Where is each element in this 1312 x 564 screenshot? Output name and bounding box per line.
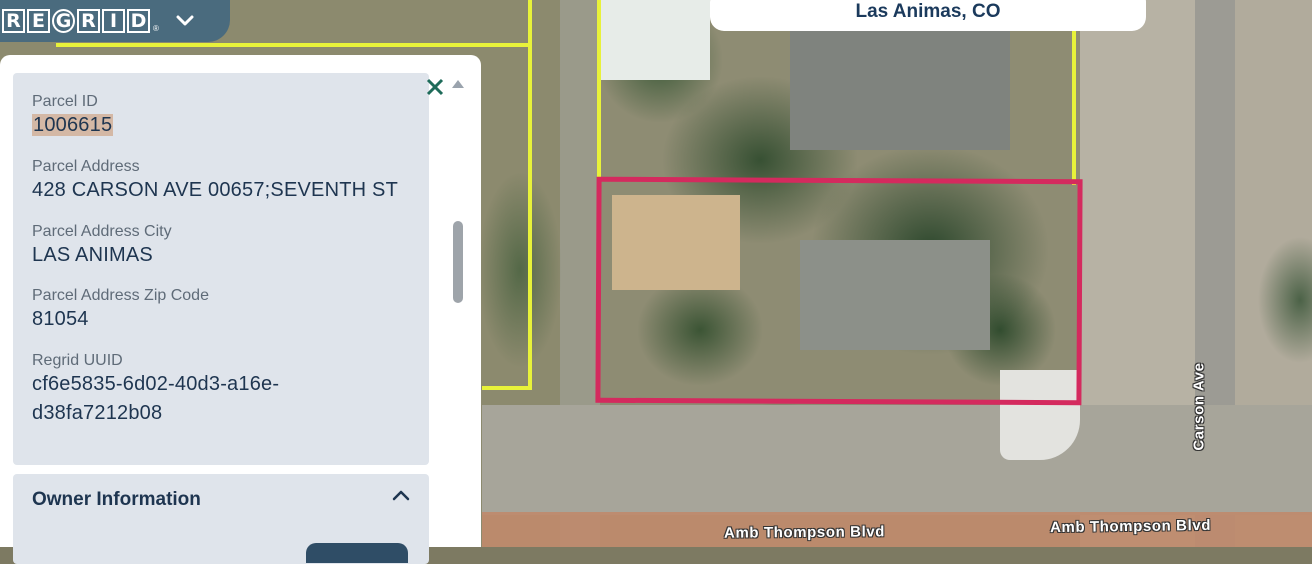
field-label: Parcel Address <box>32 158 140 175</box>
registered-mark: ® <box>153 23 159 33</box>
location-title[interactable]: Las Animas, CO <box>710 0 1146 31</box>
selected-parcel-outline[interactable] <box>595 176 1083 406</box>
parcel-boundary-line <box>597 0 601 180</box>
logo-letter: I <box>102 9 125 33</box>
parcel-zip-value[interactable]: 81054 <box>32 305 209 334</box>
close-icon[interactable] <box>425 77 445 97</box>
regrid-uuid-value-line1[interactable]: cf6e5835-6d02-40d3-a16e- <box>32 370 279 399</box>
parcel-address-value[interactable]: 428 CARSON AVE 00657;SEVENTH ST <box>32 176 398 205</box>
logo-letter: R <box>2 9 25 33</box>
parcel-boundary-line <box>528 0 532 390</box>
building <box>790 30 1010 150</box>
parcel-id-value[interactable]: 1006615 <box>32 114 114 136</box>
street-label: Amb Thompson Blvd <box>723 523 886 542</box>
parcel-boundary-line <box>56 43 530 47</box>
chevron-down-icon[interactable] <box>173 9 197 33</box>
parcel-zip-field: Parcel Address Zip Code 81054 <box>32 287 209 334</box>
logo-letter: E <box>27 9 50 33</box>
field-label: Regrid UUID <box>32 352 123 369</box>
field-label: Parcel ID <box>32 93 98 110</box>
chevron-up-icon[interactable] <box>392 488 412 504</box>
logo-letter: D <box>127 9 150 33</box>
parcel-city-value[interactable]: LAS ANIMAS <box>32 241 172 270</box>
scroll-up-arrow-icon[interactable] <box>452 80 464 88</box>
owner-info-title[interactable]: Owner Information <box>32 489 201 511</box>
logo-letter: R <box>77 9 100 33</box>
field-label: Parcel Address Zip Code <box>32 287 209 304</box>
field-label: Parcel Address City <box>32 223 172 240</box>
logo-letter: G <box>52 9 75 33</box>
scrollbar-thumb[interactable] <box>453 221 463 303</box>
owner-action-button[interactable] <box>306 543 408 563</box>
parcel-id-field: Parcel ID 1006615 <box>32 93 114 140</box>
parcel-city-field: Parcel Address City LAS ANIMAS <box>32 223 172 270</box>
regrid-uuid-field: Regrid UUID cf6e5835-6d02-40d3-a16e- d38… <box>32 352 279 428</box>
street-label: Amb Thompson Blvd <box>1049 516 1212 537</box>
street-label: Carson Ave <box>1190 362 1208 451</box>
regrid-uuid-value-line2[interactable]: d38fa7212b08 <box>32 399 279 428</box>
parcel-address-field: Parcel Address 428 CARSON AVE 00657;SEVE… <box>32 158 398 205</box>
building <box>600 0 710 80</box>
parcel-boundary-line <box>482 386 532 390</box>
road <box>482 405 1312 515</box>
app-logo-menu[interactable]: R E G R I D ® <box>0 0 230 42</box>
